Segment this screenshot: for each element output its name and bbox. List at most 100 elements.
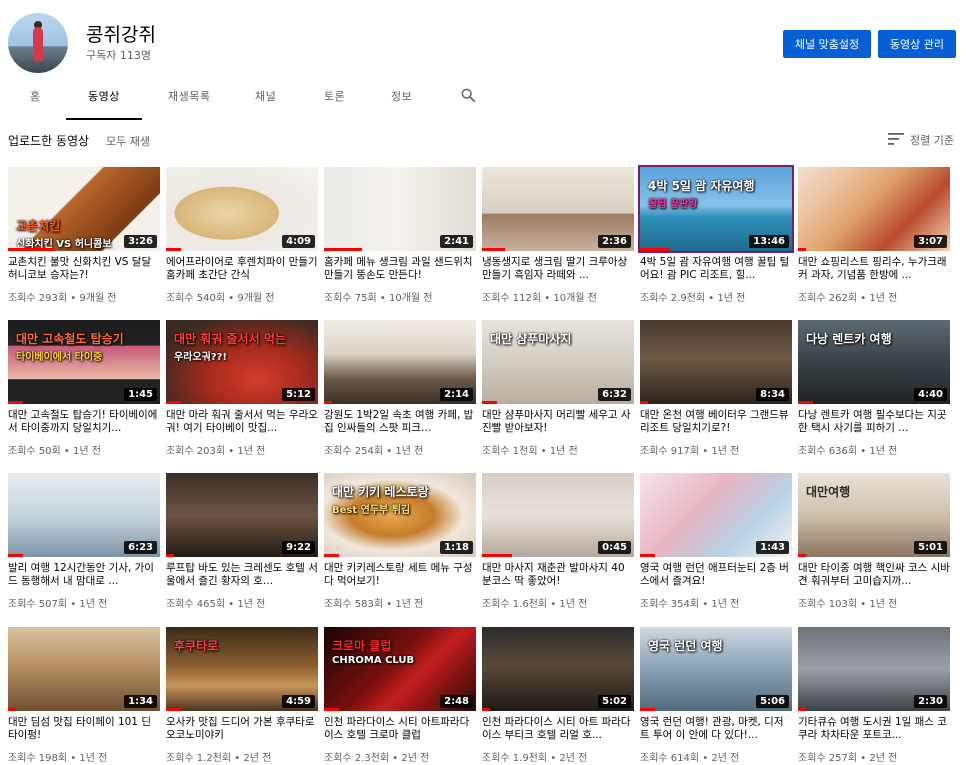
- video-thumbnail[interactable]: 대만 샴푸마사지 6:32: [482, 320, 634, 404]
- thumbnail-caption: Best 연두부 튀김: [332, 505, 411, 516]
- video-title[interactable]: 영국 여행 런던 애프터눈티 2층 버스에서 즐겨요!: [640, 562, 792, 588]
- video-card[interactable]: 8:34 대만 온천 여행 베이터우 그랜드뷰 리조트 당일치기로?! 조회수 91…: [640, 320, 792, 460]
- uploads-title: 업로드한 동영상: [8, 134, 90, 148]
- upload-age: 2년 전: [869, 753, 898, 764]
- sort-button[interactable]: 정렬 기준: [910, 132, 954, 148]
- video-title[interactable]: 홈카페 메뉴 생크림 과일 샌드위치 만들기 뚱손도 만든다!: [324, 256, 476, 282]
- video-card[interactable]: 3:07 대만 쇼핑리스트 핑리수, 누가크래커 과자, 기념품 한방에 ... 조…: [798, 167, 950, 307]
- video-thumbnail[interactable]: 4박 5일 괌 자유여행 꿀팁 끝판왕 13:46: [638, 165, 794, 253]
- play-all-button[interactable]: 모두 재생: [106, 133, 150, 149]
- upload-age: 2년 전: [401, 753, 430, 764]
- video-card[interactable]: 대만 고속철도 탑승기 타이베이에서 타이중 1:45 대만 고속철도 탑승기! 타이…: [8, 320, 160, 460]
- video-meta: 조회수 203회 • 1년 전: [166, 442, 265, 457]
- upload-age: 1년 전: [711, 446, 740, 457]
- video-thumbnail[interactable]: 4:09: [166, 167, 318, 251]
- view-count: 조회수 1.6천회: [482, 599, 548, 610]
- video-title[interactable]: 영국 런던 여행! 관광, 마켓, 디저트 투어 이 안에 다 있다!...: [640, 716, 792, 742]
- video-thumbnail[interactable]: 후쿠타로 4:59: [166, 627, 318, 711]
- video-thumbnail[interactable]: 2:36: [482, 167, 634, 251]
- video-meta: 조회수 103회 • 1년 전: [798, 595, 897, 610]
- video-card[interactable]: 교촌치킨 신화치킨 VS 허니콤보 3:26 교촌치킨 불맛 신화치킨 VS 달달 허…: [8, 167, 160, 307]
- video-thumbnail[interactable]: 대만 고속철도 탑승기 타이베이에서 타이중 1:45: [8, 320, 160, 404]
- search-icon[interactable]: [460, 87, 476, 103]
- video-card[interactable]: 6:23 발리 여행 12시간동안 기사, 가이드 동행해서 내 맘대로 ... 조…: [8, 473, 160, 613]
- video-title[interactable]: 대만 고속철도 탑승기! 타이베이에서 타이중까지 당일치기...: [8, 409, 160, 435]
- video-card[interactable]: 1:34 대만 딤섬 맛집 타이페이 101 딘타이펑! 조회수 198회 • 1년…: [8, 627, 160, 765]
- tab-channels[interactable]: 채널: [255, 88, 276, 104]
- video-thumbnail[interactable]: 대만여행 5:01: [798, 473, 950, 557]
- video-card[interactable]: 2:14 강원도 1박2일 속초 여행 카페, 밥집 인싸들의 스팟 피크... 조…: [324, 320, 476, 460]
- video-title[interactable]: 인천 파라다이스 시티 아트 파라다이스 부티크 호텔 리얼 호...: [482, 716, 634, 742]
- sort-icon[interactable]: [888, 133, 904, 145]
- video-title[interactable]: 4박 5일 괌 자유여행 여행 꿀팁 털어요! 괌 PIC 리조트, 힐...: [640, 256, 792, 282]
- tab-home[interactable]: 홈: [30, 88, 41, 104]
- video-thumbnail[interactable]: 1:34: [8, 627, 160, 711]
- customize-channel-button[interactable]: 채널 맞춤설정: [783, 30, 871, 58]
- watch-progress-bar: [640, 708, 655, 711]
- video-title[interactable]: 대만 쇼핑리스트 핑리수, 누가크래커 과자, 기념품 한방에 ...: [798, 256, 950, 282]
- video-card[interactable]: 2:30 기타큐슈 여행 도시권 1일 패스 코쿠라 차차타운 포트코... 조회수…: [798, 627, 950, 765]
- video-card[interactable]: 2:41 홈카페 메뉴 생크림 과일 샌드위치 만들기 뚱손도 만든다! 조회수 7…: [324, 167, 476, 307]
- video-thumbnail[interactable]: 2:30: [798, 627, 950, 711]
- video-title[interactable]: 발리 여행 12시간동안 기사, 가이드 동행해서 내 맘대로 ...: [8, 562, 160, 588]
- video-thumbnail[interactable]: 1:43: [640, 473, 792, 557]
- video-card[interactable]: 대만 키키 레스토랑 Best 연두부 튀김 1:18 대만 키키레스토랑 세트 메뉴…: [324, 473, 476, 613]
- video-title[interactable]: 대만 온천 여행 베이터우 그랜드뷰 리조트 당일치기로?!: [640, 409, 792, 435]
- video-thumbnail[interactable]: 영국 런던 여행 5:06: [640, 627, 792, 711]
- video-thumbnail[interactable]: 5:02: [482, 627, 634, 711]
- video-thumbnail[interactable]: 2:41: [324, 167, 476, 251]
- manage-videos-button[interactable]: 동영상 관리: [878, 30, 956, 58]
- video-title[interactable]: 강원도 1박2일 속초 여행 카페, 밥집 인싸들의 스팟 피크...: [324, 409, 476, 435]
- video-card[interactable]: 9:22 루프탑 바도 있는 크레센도 호텔 서울에서 즐긴 황자의 호... 조회…: [166, 473, 318, 613]
- video-card[interactable]: 2:36 냉동생지로 생크림 딸기 크루아상 만들기 흑임자 라떼와 ... 조회수…: [482, 167, 634, 307]
- video-meta: 조회수 2.9천회 • 1년 전: [640, 289, 745, 304]
- video-card[interactable]: 1:43 영국 여행 런던 애프터눈티 2층 버스에서 즐겨요! 조회수 354회 …: [640, 473, 792, 613]
- video-thumbnail[interactable]: 8:34: [640, 320, 792, 404]
- video-title[interactable]: 기타큐슈 여행 도시권 1일 패스 코쿠라 차차타운 포트코...: [798, 716, 950, 742]
- video-thumbnail[interactable]: 교촌치킨 신화치킨 VS 허니콤보 3:26: [8, 167, 160, 251]
- video-title[interactable]: 오사카 맛집 드디어 가본 후쿠타로 오코노미야키: [166, 716, 318, 742]
- video-title[interactable]: 대만 키키레스토랑 세트 메뉴 구성 다 먹어보기!: [324, 562, 476, 588]
- video-title[interactable]: 다낭 렌트카 여행 필수보다는 지곳한 택시 사기를 피하기 ...: [798, 409, 950, 435]
- channel-avatar[interactable]: [8, 13, 68, 73]
- video-card[interactable]: 크로마 클럽 CHROMA CLUB 2:48 인천 파라다이스 시티 아트파라다이스…: [324, 627, 476, 765]
- video-thumbnail[interactable]: 0:45: [482, 473, 634, 557]
- video-thumbnail[interactable]: 대만 키키 레스토랑 Best 연두부 튀김 1:18: [324, 473, 476, 557]
- tab-discussion[interactable]: 토론: [324, 88, 345, 104]
- video-title[interactable]: 대만 샴푸마사지 머리빨 세우고 사진빨 받아보자!: [482, 409, 634, 435]
- video-title[interactable]: 냉동생지로 생크림 딸기 크루아상 만들기 흑임자 라떼와 ...: [482, 256, 634, 282]
- watch-progress-bar: [640, 401, 648, 404]
- video-thumbnail[interactable]: 6:23: [8, 473, 160, 557]
- watch-progress-bar: [482, 554, 512, 557]
- video-title[interactable]: 대만 딤섬 맛집 타이페이 101 딘타이펑!: [8, 716, 160, 742]
- video-thumbnail[interactable]: 크로마 클럽 CHROMA CLUB 2:48: [324, 627, 476, 711]
- tab-playlists[interactable]: 재생목록: [168, 88, 210, 104]
- video-thumbnail[interactable]: 다낭 렌트카 여행 4:40: [798, 320, 950, 404]
- video-thumbnail[interactable]: 3:07: [798, 167, 950, 251]
- video-card[interactable]: 후쿠타로 4:59 오사카 맛집 드디어 가본 후쿠타로 오코노미야키 조회수 1.2…: [166, 627, 318, 765]
- video-thumbnail[interactable]: 9:22: [166, 473, 318, 557]
- video-card[interactable]: 5:02 인천 파라다이스 시티 아트 파라다이스 부티크 호텔 리얼 호... 조…: [482, 627, 634, 765]
- video-title[interactable]: 대만 타이중 여행 핵인싸 코스 시바견 훠궈부터 고미습지까...: [798, 562, 950, 588]
- video-thumbnail[interactable]: 대만 훠궈 줄서서 먹는 우라오궈??! 5:12: [166, 320, 318, 404]
- video-card[interactable]: 다낭 렌트카 여행 4:40 다낭 렌트카 여행 필수보다는 지곳한 택시 사기를 …: [798, 320, 950, 460]
- video-title[interactable]: 대만 마라 훠궈 줄서서 먹는 우라오궈! 여기 타이베이 맛집...: [166, 409, 318, 435]
- tab-about[interactable]: 정보: [391, 88, 412, 104]
- video-title[interactable]: 대만 마사지 재춘관 발마사지 40분코스 딱 좋았어!: [482, 562, 634, 588]
- video-card[interactable]: 대만여행 5:01 대만 타이중 여행 핵인싸 코스 시바견 훠궈부터 고미습지까.…: [798, 473, 950, 613]
- video-meta: 조회수 1.6천회 • 1년 전: [482, 595, 587, 610]
- channel-tabs: 홈 동영상 재생목록 채널 토론 정보: [0, 80, 966, 120]
- video-card[interactable]: 영국 런던 여행 5:06 영국 런던 여행! 관광, 마켓, 디저트 투어 이 안…: [640, 627, 792, 765]
- video-card[interactable]: 4:09 에어프라이어로 후렌치파이 만들기 홈카페 초간단 간식 조회수 540회…: [166, 167, 318, 307]
- video-meta: 조회수 583회 • 1년 전: [324, 595, 423, 610]
- tab-videos[interactable]: 동영상: [88, 88, 120, 104]
- video-title[interactable]: 교촌치킨 불맛 신화치킨 VS 달달 허니코보 승자는?!: [8, 256, 160, 282]
- video-thumbnail[interactable]: 2:14: [324, 320, 476, 404]
- video-card[interactable]: 4박 5일 괌 자유여행 꿀팁 끝판왕 13:46 4박 5일 괌 자유여행 여행 꿀…: [638, 165, 794, 307]
- video-title[interactable]: 에어프라이어로 후렌치파이 만들기 홈카페 초간단 간식: [166, 256, 318, 282]
- video-title[interactable]: 루프탑 바도 있는 크레센도 호텔 서울에서 즐긴 황자의 호...: [166, 562, 318, 588]
- video-card[interactable]: 대만 훠궈 줄서서 먹는 우라오궈??! 5:12 대만 마라 훠궈 줄서서 먹는 우…: [166, 320, 318, 460]
- video-card[interactable]: 대만 샴푸마사지 6:32 대만 샴푸마사지 머리빨 세우고 사진빨 받아보자! 조회…: [482, 320, 634, 460]
- video-card[interactable]: 0:45 대만 마사지 재춘관 발마사지 40분코스 딱 좋았어! 조회수 1.6천…: [482, 473, 634, 613]
- video-title[interactable]: 인천 파라다이스 시티 아트파라다이스 호텔 크로마 클럽: [324, 716, 476, 742]
